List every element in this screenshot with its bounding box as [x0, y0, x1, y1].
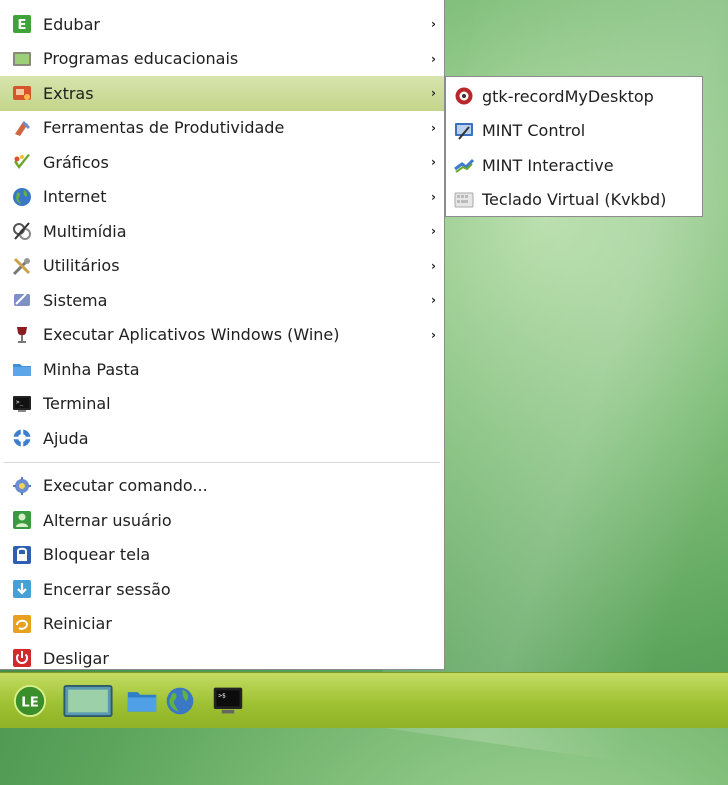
menu-item-label: Extras — [43, 83, 94, 103]
switch-user-icon — [12, 510, 32, 530]
file-manager-folder-icon[interactable] — [124, 683, 160, 719]
menu-item-help[interactable]: Ajuda — [0, 421, 444, 456]
record-desktop-icon — [454, 86, 474, 106]
menu-item-lock-screen[interactable]: Bloquear tela — [0, 538, 444, 573]
menu-item-label: Reiniciar — [43, 614, 112, 634]
menu-item-label: Ajuda — [43, 428, 89, 448]
submenu-arrow-icon: › — [431, 224, 436, 239]
menu-separator — [4, 461, 440, 463]
svg-text:>_: >_ — [16, 399, 24, 406]
submenu-arrow-icon: › — [431, 189, 436, 204]
submenu-item-mint-control[interactable]: MINT Control — [446, 114, 702, 149]
menu-item-label: Edubar — [43, 14, 100, 34]
menu-item-label: Programas educacionais — [43, 49, 239, 69]
virtual-keyboard-icon — [454, 190, 474, 210]
submenu-arrow-icon: › — [431, 17, 436, 32]
menu-item-terminal[interactable]: >_ Terminal — [0, 387, 444, 422]
submenu-arrow-icon: › — [431, 258, 436, 273]
menu-item-internet[interactable]: Internet › — [0, 180, 444, 215]
educational-programs-icon — [12, 49, 32, 69]
menu-item-label: Multimídia — [43, 221, 127, 241]
home-folder-icon — [12, 359, 32, 379]
menu-item-label: Executar comando... — [43, 476, 208, 496]
menu-item-extras[interactable]: Extras › — [0, 76, 444, 111]
menu-item-switch-user[interactable]: Alternar usuário — [0, 503, 444, 538]
taskbar: LE >$ — [0, 672, 728, 728]
shutdown-icon — [12, 648, 32, 668]
edubar-icon: E — [12, 14, 32, 34]
menu-item-label: Internet — [43, 187, 107, 207]
menu-item-label: Bloquear tela — [43, 545, 151, 565]
system-icon — [12, 290, 32, 310]
submenu-item-label: MINT Interactive — [482, 155, 614, 175]
utilities-icon — [12, 256, 32, 276]
submenu-item-mint-interactive[interactable]: MINT Interactive — [446, 148, 702, 183]
mint-control-icon — [454, 121, 474, 141]
submenu-arrow-icon: › — [431, 155, 436, 170]
extras-icon — [12, 83, 32, 103]
logout-icon — [12, 579, 32, 599]
submenu-arrow-icon: › — [431, 120, 436, 135]
menu-item-restart[interactable]: Reiniciar — [0, 607, 444, 642]
run-command-icon — [12, 476, 32, 496]
web-browser-globe-icon[interactable] — [162, 683, 198, 719]
multimedia-icon — [12, 221, 32, 241]
help-lifebuoy-icon — [12, 428, 32, 448]
submenu-item-label: MINT Control — [482, 121, 586, 141]
submenu-item-virtual-keyboard[interactable]: Teclado Virtual (Kvkbd) — [446, 183, 702, 218]
svg-text:>$: >$ — [218, 692, 226, 699]
menu-item-label: Desligar — [43, 648, 109, 668]
menu-item-educational-programs[interactable]: Programas educacionais › — [0, 42, 444, 77]
menu-item-shutdown[interactable]: Desligar — [0, 641, 444, 676]
linux-educacional-start-icon[interactable]: LE — [12, 683, 48, 719]
graphics-icon — [12, 152, 32, 172]
wine-glass-icon — [12, 325, 32, 345]
submenu-item-gtk-recordmydesktop[interactable]: gtk-recordMyDesktop — [446, 79, 702, 114]
submenu-item-label: Teclado Virtual (Kvkbd) — [482, 190, 667, 210]
menu-item-utilities[interactable]: Utilitários › — [0, 249, 444, 284]
submenu-arrow-icon: › — [431, 293, 436, 308]
menu-item-label: Sistema — [43, 290, 108, 310]
menu-item-system[interactable]: Sistema › — [0, 283, 444, 318]
extras-submenu: gtk-recordMyDesktop MINT Control MINT In… — [445, 76, 703, 217]
menu-item-wine[interactable]: Executar Aplicativos Windows (Wine) › — [0, 318, 444, 353]
lock-screen-icon — [12, 545, 32, 565]
productivity-tools-icon — [12, 118, 32, 138]
terminal-icon: >_ — [12, 394, 32, 414]
menu-item-logout[interactable]: Encerrar sessão — [0, 572, 444, 607]
menu-item-label: Terminal — [43, 394, 111, 414]
menu-item-multimedia[interactable]: Multimídia › — [0, 214, 444, 249]
menu-item-label: Ferramentas de Produtividade — [43, 118, 285, 138]
menu-item-label: Alternar usuário — [43, 510, 172, 530]
menu-item-productivity-tools[interactable]: Ferramentas de Produtividade › — [0, 111, 444, 146]
menu-item-run-command[interactable]: Executar comando... — [0, 469, 444, 504]
submenu-item-label: gtk-recordMyDesktop — [482, 86, 654, 106]
restart-icon — [12, 614, 32, 634]
svg-text:E: E — [18, 18, 27, 33]
menu-item-home-folder[interactable]: Minha Pasta — [0, 352, 444, 387]
show-desktop-icon[interactable] — [62, 683, 114, 719]
terminal-icon[interactable]: >$ — [210, 683, 246, 719]
menu-item-label: Executar Aplicativos Windows (Wine) — [43, 325, 340, 345]
svg-text:LE: LE — [21, 695, 38, 710]
internet-globe-icon — [12, 187, 32, 207]
menu-item-label: Gráficos — [43, 152, 109, 172]
mint-interactive-icon — [454, 155, 474, 175]
menu-item-label: Utilitários — [43, 256, 120, 276]
menu-item-edubar[interactable]: E Edubar › — [0, 7, 444, 42]
submenu-arrow-icon: › — [431, 327, 436, 342]
submenu-arrow-icon: › — [431, 51, 436, 66]
submenu-arrow-icon: › — [431, 86, 436, 101]
menu-item-label: Minha Pasta — [43, 359, 140, 379]
menu-item-graphics[interactable]: Gráficos › — [0, 145, 444, 180]
application-menu: E Edubar › Programas educacionais › Extr… — [0, 0, 445, 670]
menu-item-label: Encerrar sessão — [43, 579, 171, 599]
